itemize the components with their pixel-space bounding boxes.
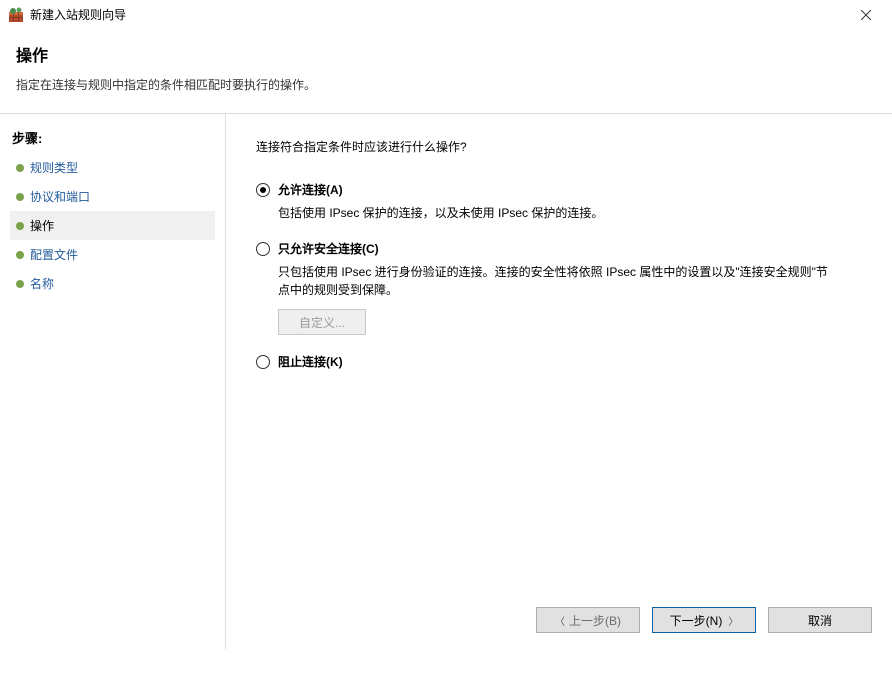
button-label: 下一步(N) — [670, 612, 723, 629]
option-description: 包括使用 IPsec 保护的连接，以及未使用 IPsec 保护的连接。 — [278, 204, 838, 222]
radio-secure[interactable] — [256, 242, 270, 256]
steps-heading: 步骤: — [10, 124, 215, 153]
question-text: 连接符合指定条件时应该进行什么操作? — [256, 138, 862, 155]
option-row: 阻止连接(K) — [256, 353, 862, 370]
option-description: 只包括使用 IPsec 进行身份验证的连接。连接的安全性将依照 IPsec 属性… — [278, 263, 838, 299]
page-description: 指定在连接与规则中指定的条件相匹配时要执行的操作。 — [16, 76, 876, 93]
option-title: 阻止连接(K) — [278, 353, 343, 370]
next-button[interactable]: 下一步(N) 〉 — [652, 607, 756, 633]
step-profile[interactable]: 配置文件 — [10, 240, 215, 269]
bullet-icon — [16, 164, 24, 172]
close-button[interactable] — [844, 1, 888, 29]
steps-sidebar: 步骤: 规则类型 协议和端口 操作 配置文件 名称 — [0, 114, 226, 649]
chevron-right-icon: 〉 — [728, 613, 738, 628]
wizard-header: 操作 指定在连接与规则中指定的条件相匹配时要执行的操作。 — [0, 30, 892, 113]
radio-allow[interactable] — [256, 183, 270, 197]
step-rule-type[interactable]: 规则类型 — [10, 153, 215, 182]
option-allow-secure-connection: 只允许安全连接(C) 只包括使用 IPsec 进行身份验证的连接。连接的安全性将… — [256, 240, 862, 335]
step-name[interactable]: 名称 — [10, 269, 215, 298]
option-row: 允许连接(A) — [256, 181, 862, 198]
bullet-icon — [16, 222, 24, 230]
page-title: 操作 — [16, 42, 876, 66]
option-title: 只允许安全连接(C) — [278, 240, 379, 257]
option-title: 允许连接(A) — [278, 181, 343, 198]
option-block-connection: 阻止连接(K) — [256, 353, 862, 370]
option-row: 只允许安全连接(C) — [256, 240, 862, 257]
step-action[interactable]: 操作 — [10, 211, 215, 240]
cancel-button[interactable]: 取消 — [768, 607, 872, 633]
step-label: 配置文件 — [30, 246, 78, 263]
bullet-icon — [16, 193, 24, 201]
back-button[interactable]: 〈 上一步(B) — [536, 607, 640, 633]
titlebar: 新建入站规则向导 — [0, 0, 892, 30]
bullet-icon — [16, 251, 24, 259]
button-label: 取消 — [808, 612, 832, 629]
bullet-icon — [16, 280, 24, 288]
button-label: 上一步(B) — [569, 612, 621, 629]
firewall-icon — [8, 7, 24, 23]
wizard-content: 连接符合指定条件时应该进行什么操作? 允许连接(A) 包括使用 IPsec 保护… — [226, 114, 892, 649]
wizard-footer: 〈 上一步(B) 下一步(N) 〉 取消 — [536, 607, 872, 633]
step-label: 操作 — [30, 217, 54, 234]
close-icon — [861, 10, 871, 20]
customize-button: 自定义... — [278, 309, 366, 335]
option-allow-connection: 允许连接(A) 包括使用 IPsec 保护的连接，以及未使用 IPsec 保护的… — [256, 181, 862, 222]
step-label: 名称 — [30, 275, 54, 292]
radio-block[interactable] — [256, 355, 270, 369]
chevron-left-icon: 〈 — [555, 613, 565, 628]
step-label: 协议和端口 — [30, 188, 90, 205]
wizard-body: 步骤: 规则类型 协议和端口 操作 配置文件 名称 连接符合指定条件时应该进行什… — [0, 113, 892, 649]
window-title: 新建入站规则向导 — [30, 6, 844, 23]
step-protocol-ports[interactable]: 协议和端口 — [10, 182, 215, 211]
step-label: 规则类型 — [30, 159, 78, 176]
